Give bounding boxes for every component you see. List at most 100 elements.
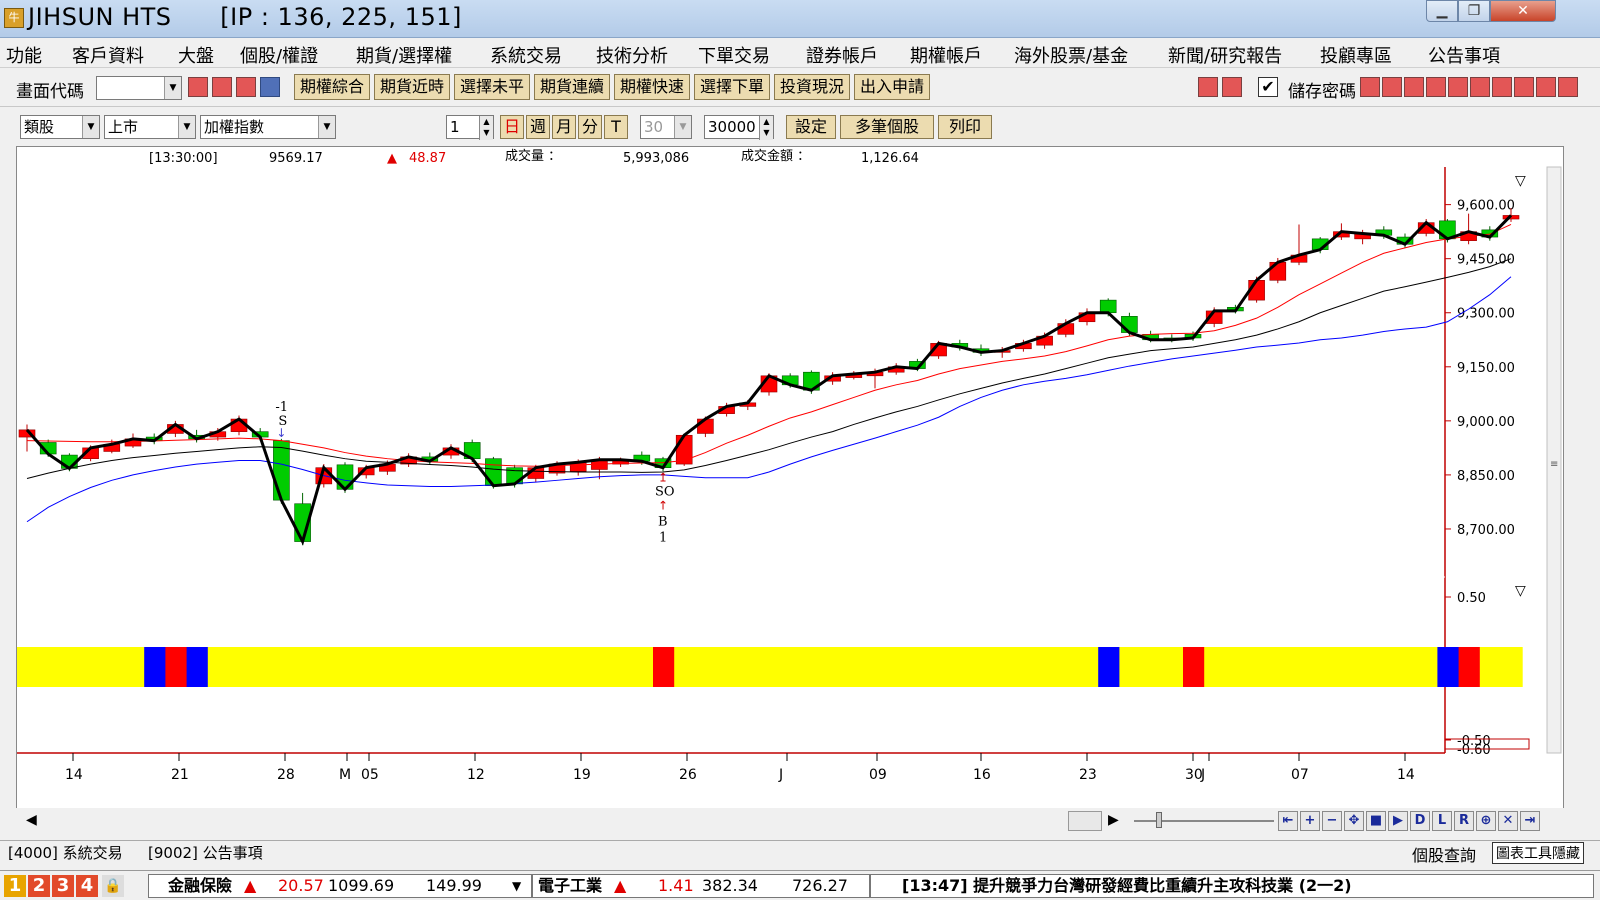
toolbar-button-7[interactable]: 出入申請 bbox=[854, 74, 930, 100]
maximize-button[interactable]: ❐ bbox=[1458, 0, 1490, 22]
print-icon[interactable] bbox=[1536, 77, 1556, 97]
cross-icon[interactable] bbox=[1426, 77, 1446, 97]
hide-chart-tools-button[interactable]: 圖表工具隱藏 bbox=[1492, 842, 1584, 864]
chart-action-button-2[interactable]: 列印 bbox=[938, 115, 992, 139]
toolbar-button-1[interactable]: 期貨近時 bbox=[374, 74, 450, 100]
zoom-in-icon[interactable]: + bbox=[1300, 811, 1320, 831]
signal-bar-yellow bbox=[1013, 647, 1036, 687]
spinner-arrows-icon[interactable]: ▲ ▼ bbox=[479, 116, 493, 140]
tool-icon[interactable] bbox=[1514, 77, 1534, 97]
bars-spinner[interactable]: 30000 ▲ ▼ bbox=[704, 115, 774, 140]
zoom-out-icon[interactable]: − bbox=[1322, 811, 1342, 831]
toolbar-button-3[interactable]: 期貨連續 bbox=[534, 74, 610, 100]
chevron-down-icon[interactable]: ▼ bbox=[512, 875, 521, 897]
x-tick-label: 12 bbox=[467, 767, 485, 783]
toolbar-button-6[interactable]: 投資現況 bbox=[774, 74, 850, 100]
workspace-2-button[interactable]: 2 bbox=[28, 875, 50, 897]
chevron-down-icon[interactable]: ▼ bbox=[674, 116, 691, 138]
stock-query-button[interactable]: 個股查詢 bbox=[1412, 842, 1476, 866]
menu-item-9[interactable]: 期權帳戶 bbox=[910, 42, 982, 68]
stop-icon[interactable]: ■ bbox=[1366, 811, 1386, 831]
workspace-4-button[interactable]: 4 bbox=[76, 875, 98, 897]
chart-icon[interactable] bbox=[236, 77, 256, 97]
menu-item-5[interactable]: 系統交易 bbox=[490, 42, 562, 68]
play-icon[interactable]: ▶ bbox=[1388, 811, 1408, 831]
menu-item-3[interactable]: 個股/權證 bbox=[240, 42, 318, 68]
close-icon[interactable]: ✕ bbox=[1498, 811, 1518, 831]
toolbar-button-5[interactable]: 選擇下單 bbox=[694, 74, 770, 100]
zoom-slider-track[interactable] bbox=[1134, 820, 1274, 822]
period-button-0[interactable]: 日 bbox=[500, 115, 524, 139]
grid-icon[interactable] bbox=[1382, 77, 1402, 97]
minutes-combo[interactable]: 30 ▼ bbox=[640, 115, 692, 139]
workspace-1-button[interactable]: 1 bbox=[4, 875, 26, 897]
tab-announcements[interactable]: [9002] 公告事項 bbox=[148, 842, 263, 863]
go-first-icon[interactable]: ⇤ bbox=[1278, 811, 1298, 831]
toolbar-button-0[interactable]: 期權綜合 bbox=[294, 74, 370, 100]
sector1-name: 金融保險 bbox=[168, 876, 233, 895]
category-combo[interactable]: 類股 ▼ bbox=[20, 115, 100, 139]
chart-action-button-1[interactable]: 多筆個股 bbox=[840, 115, 934, 139]
x-tick-label: J bbox=[778, 767, 783, 783]
menu-item-6[interactable]: 技術分析 bbox=[596, 42, 668, 68]
app-logo-icon: 牛 bbox=[4, 8, 24, 28]
day-icon[interactable]: D bbox=[1410, 811, 1430, 831]
dropdown-icon[interactable] bbox=[260, 77, 280, 97]
menu-item-13[interactable]: 公告事項 bbox=[1428, 42, 1500, 68]
picture-icon[interactable] bbox=[1492, 77, 1512, 97]
go-last-icon[interactable]: ⇥ bbox=[1520, 811, 1540, 831]
menu-item-11[interactable]: 新聞/研究報告 bbox=[1168, 42, 1282, 68]
scroll-left-icon[interactable]: ◀ bbox=[26, 812, 37, 828]
period-count-value: 1 bbox=[450, 118, 460, 136]
menu-item-8[interactable]: 證券帳戶 bbox=[806, 42, 878, 68]
magnify-icon[interactable]: ⊕ bbox=[1476, 811, 1496, 831]
period-button-2[interactable]: 月 bbox=[552, 115, 576, 139]
chevron-down-icon[interactable]: ▼ bbox=[178, 116, 195, 138]
text-icon[interactable] bbox=[1448, 77, 1468, 97]
period-button-3[interactable]: 分 bbox=[578, 115, 602, 139]
zoom-slider-handle[interactable] bbox=[1156, 812, 1162, 828]
calculator-icon[interactable] bbox=[1558, 77, 1578, 97]
right-icon[interactable]: R bbox=[1454, 811, 1474, 831]
window-icon[interactable] bbox=[212, 77, 232, 97]
arrow-right-icon[interactable] bbox=[1222, 77, 1242, 97]
menu-item-0[interactable]: 功能 bbox=[6, 42, 42, 68]
menu-item-10[interactable]: 海外股票/基金 bbox=[1014, 42, 1128, 68]
menu-item-4[interactable]: 期貨/選擇權 bbox=[356, 42, 452, 68]
search-icon[interactable] bbox=[188, 77, 208, 97]
period-count-spinner[interactable]: 1 ▲ ▼ bbox=[446, 115, 494, 140]
move-icon[interactable]: ✥ bbox=[1344, 811, 1364, 831]
toolbar-button-2[interactable]: 選擇未平 bbox=[454, 74, 530, 100]
market-combo[interactable]: 上市 ▼ bbox=[104, 115, 196, 139]
menu-item-12[interactable]: 投顧專區 bbox=[1320, 42, 1392, 68]
chevron-down-icon[interactable]: ▼ bbox=[318, 116, 335, 138]
screen-code-combo[interactable]: ▼ bbox=[96, 76, 182, 100]
scroll-thumb[interactable] bbox=[1068, 811, 1102, 831]
spinner-arrows-icon[interactable]: ▲ ▼ bbox=[759, 116, 773, 140]
close-button[interactable]: ✕ bbox=[1490, 0, 1556, 22]
toolbar-button-4[interactable]: 期權快速 bbox=[614, 74, 690, 100]
period-button-4[interactable]: T bbox=[604, 115, 628, 139]
save-password-checkbox[interactable]: ✔ bbox=[1258, 77, 1278, 97]
menu-item-1[interactable]: 客戶資料 bbox=[72, 42, 144, 68]
left-icon[interactable]: L bbox=[1432, 811, 1452, 831]
arrow-left-icon[interactable] bbox=[1198, 77, 1218, 97]
chart-icon[interactable] bbox=[1470, 77, 1490, 97]
window-icon[interactable] bbox=[1404, 77, 1424, 97]
menu-item-7[interactable]: 下單交易 bbox=[698, 42, 770, 68]
chart-canvas[interactable]: [13:30:00] 9569.17 ▲ 48.87 成交量 ： 5,993,0… bbox=[17, 147, 1563, 807]
menu-item-2[interactable]: 大盤 bbox=[178, 42, 214, 68]
chevron-down-icon[interactable]: ▼ bbox=[82, 116, 99, 138]
chart-action-button-0[interactable]: 設定 bbox=[786, 115, 836, 139]
index-combo[interactable]: 加權指數 ▼ bbox=[200, 115, 336, 139]
edit-icon[interactable] bbox=[1360, 77, 1380, 97]
minimize-button[interactable]: ▁ bbox=[1426, 0, 1458, 22]
tab-system-trading[interactable]: [4000] 系統交易 bbox=[8, 842, 123, 863]
period-button-1[interactable]: 週 bbox=[526, 115, 550, 139]
scroll-right-icon[interactable]: ▶ bbox=[1108, 812, 1119, 828]
chevron-down-icon[interactable]: ▼ bbox=[164, 77, 181, 99]
chart-area[interactable]: [13:30:00] 9569.17 ▲ 48.87 成交量 ： 5,993,0… bbox=[16, 146, 1564, 826]
buy-arrow-icon: ↑ bbox=[658, 498, 668, 512]
workspace-3-button[interactable]: 3 bbox=[52, 875, 74, 897]
lock-icon[interactable]: 🔒 bbox=[102, 875, 124, 897]
